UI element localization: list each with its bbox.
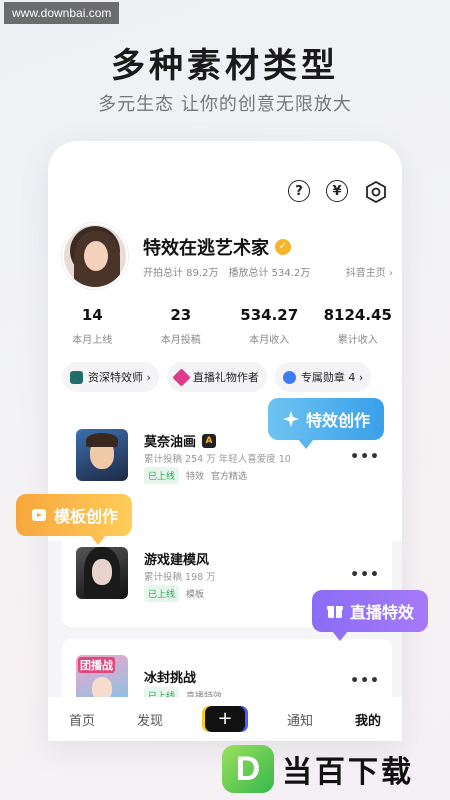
metric-monthly-online[interactable]: 14 本月上线 bbox=[48, 306, 137, 346]
douyin-homepage-link[interactable]: 抖音主页 › bbox=[346, 264, 393, 279]
nav-home[interactable]: 首页 bbox=[69, 710, 95, 729]
hero-title: 多种素材类型 bbox=[111, 46, 339, 86]
badge-live-gift[interactable]: 直播礼物作者 bbox=[166, 362, 267, 392]
settings-icon[interactable] bbox=[364, 180, 388, 204]
gift-icon bbox=[326, 602, 344, 620]
brand-logo-icon: D bbox=[222, 745, 274, 793]
metric-value: 534.27 bbox=[240, 306, 299, 324]
metric-label: 累计收入 bbox=[337, 335, 378, 346]
site-watermark: www.downbai.com bbox=[4, 2, 120, 24]
work-title-text: 冰封挑战 bbox=[144, 671, 197, 686]
sparkle-icon bbox=[282, 410, 300, 428]
work-title: 冰封挑战 bbox=[144, 667, 196, 686]
metric-total-income[interactable]: 8124.45 累计收入 bbox=[314, 306, 403, 346]
work-thumbnail bbox=[76, 429, 128, 481]
bottom-nav: 首页 发现 + 通知 我的 bbox=[48, 697, 402, 741]
status-badge: 已上线 bbox=[144, 585, 180, 602]
help-icon[interactable]: ? bbox=[288, 180, 310, 202]
hero-subtitle: 多元生态 让你的创意无限放大 bbox=[98, 94, 352, 115]
badge-exclusive-medal[interactable]: 专属勋章 4 › bbox=[274, 362, 372, 392]
thumbnail-caption: 团播战 bbox=[78, 657, 115, 673]
template-icon bbox=[30, 506, 48, 524]
effect-creation-bubble: 特效创作 bbox=[268, 398, 385, 449]
metric-label: 本月收入 bbox=[249, 335, 290, 346]
work-title-text: 莫奈油画 bbox=[144, 435, 197, 450]
more-icon[interactable]: ••• bbox=[350, 567, 380, 583]
live-effects-bubble: 直播特效 bbox=[312, 590, 429, 641]
medal-badge-icon bbox=[282, 370, 296, 384]
work-type: 特效 bbox=[186, 472, 205, 482]
badge-senior-effects[interactable]: 资深特效师 › bbox=[62, 362, 159, 392]
badge-label: 专属勋章 4 › bbox=[300, 371, 364, 384]
work-tags: 已上线 模板 bbox=[144, 585, 204, 602]
nav-mine[interactable]: 我的 bbox=[355, 710, 381, 729]
total-shoot: 开拍总计 89.2万 bbox=[143, 268, 219, 279]
work-title: 游戏建模风 bbox=[144, 549, 209, 568]
work-extra: 官方精选 bbox=[211, 472, 248, 482]
gift-badge-icon bbox=[172, 367, 191, 387]
metric-value: 23 bbox=[170, 306, 192, 324]
brand-watermark: D 当百下载 bbox=[222, 745, 414, 793]
metric-monthly-income[interactable]: 534.27 本月收入 bbox=[225, 306, 314, 346]
senior-badge-icon bbox=[70, 370, 83, 384]
metric-value: 14 bbox=[81, 306, 103, 324]
work-tags: 已上线 特效 官方精选 bbox=[144, 467, 247, 484]
more-icon[interactable]: ••• bbox=[350, 673, 380, 689]
work-thumbnail bbox=[76, 547, 128, 599]
work-title: 莫奈油画 A bbox=[144, 431, 217, 450]
profile-name-text: 特效在逃艺术家 bbox=[143, 238, 269, 259]
more-icon[interactable]: ••• bbox=[350, 449, 380, 465]
top-toolbar: ? ¥ bbox=[288, 180, 388, 204]
work-title-text: 游戏建模风 bbox=[144, 553, 210, 568]
nav-notifications[interactable]: 通知 bbox=[287, 710, 313, 729]
status-badge: 已上线 bbox=[144, 467, 180, 484]
bubble-label: 直播特效 bbox=[350, 603, 415, 622]
work-meta: 累计投稿 254 万 年轻人喜爱度 10 bbox=[144, 454, 291, 465]
metric-label: 本月投稿 bbox=[160, 335, 201, 346]
work-meta: 累计投稿 198 万 bbox=[144, 572, 216, 583]
wallet-icon[interactable]: ¥ bbox=[326, 180, 348, 202]
profile-stats: 开拍总计 89.2万 播放总计 534.2万 抖音主页 › bbox=[143, 264, 393, 279]
verified-icon: ✓ bbox=[275, 239, 291, 255]
metric-value: 8124.45 bbox=[323, 306, 392, 324]
avatar[interactable] bbox=[62, 223, 128, 289]
nav-discover[interactable]: 发现 bbox=[137, 710, 163, 729]
bubble-label: 模板创作 bbox=[54, 507, 119, 526]
badge-label: 资深特效师 › bbox=[88, 371, 151, 384]
badge-row: 资深特效师 › 直播礼物作者 专属勋章 4 › bbox=[62, 362, 372, 392]
profile-name: 特效在逃艺术家 ✓ bbox=[143, 234, 291, 260]
phone-screen: ? ¥ 特效在逃艺术家 ✓ 开拍总计 89.2万 播放总计 534.2万 抖音主… bbox=[48, 141, 402, 741]
brand-text: 当百下载 bbox=[282, 755, 414, 790]
total-play: 播放总计 534.2万 bbox=[228, 268, 311, 279]
metric-label: 本月上线 bbox=[72, 335, 113, 346]
metric-monthly-submit[interactable]: 23 本月投稿 bbox=[137, 306, 226, 346]
bubble-label: 特效创作 bbox=[306, 411, 371, 430]
rank-icon: A bbox=[202, 433, 217, 448]
metrics-row: 14 本月上线 23 本月投稿 534.27 本月收入 8124.45 累计收入 bbox=[48, 306, 402, 346]
template-creation-bubble: 模板创作 bbox=[16, 494, 133, 545]
create-button[interactable]: + bbox=[204, 706, 245, 732]
work-type: 模板 bbox=[186, 590, 205, 600]
badge-label: 直播礼物作者 bbox=[192, 371, 259, 384]
